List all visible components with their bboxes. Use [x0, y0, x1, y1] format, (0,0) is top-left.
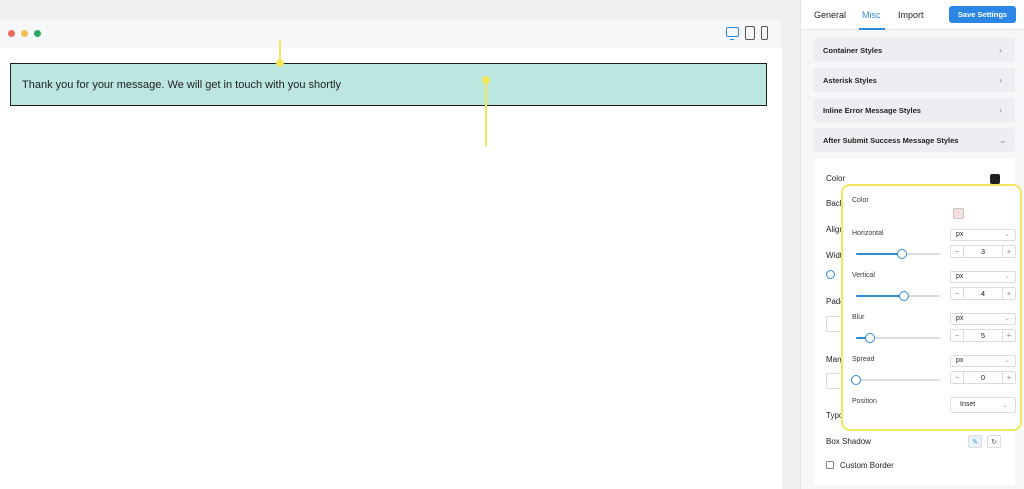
maximize-dot-icon: [34, 30, 41, 37]
chevron-down-icon: ⌄: [1004, 315, 1010, 322]
shadow-color-label: Color: [852, 197, 869, 204]
spread-unit-select[interactable]: px ⌄: [950, 355, 1016, 367]
vertical-slider[interactable]: [856, 291, 940, 301]
slider-thumb[interactable]: [898, 291, 909, 301]
section-inline-error-styles[interactable]: Inline Error Message Styles ›: [814, 98, 1015, 122]
chevron-down-icon: ⌄: [1004, 231, 1010, 238]
width-slider-thumb[interactable]: [826, 270, 835, 279]
section-container-styles[interactable]: Container Styles ›: [814, 38, 1015, 62]
annotation-dot-bottom: [482, 76, 490, 84]
plus-icon[interactable]: +: [1002, 288, 1015, 299]
tab-misc[interactable]: Misc: [862, 10, 881, 20]
chevron-right-icon: ›: [999, 45, 1002, 55]
blur-label: Blur: [852, 314, 865, 321]
stepper-value[interactable]: 5: [965, 330, 1001, 341]
slider-fill: [856, 295, 904, 297]
edit-icon[interactable]: ✎: [968, 435, 982, 448]
annotation-line-bottom: [485, 80, 487, 146]
stepper-value[interactable]: 0: [965, 372, 1001, 383]
chevron-down-icon: ⌄: [1004, 273, 1010, 280]
color-label: Color: [826, 174, 846, 183]
chevron-down-icon: ⌄: [999, 135, 1007, 145]
unit-value: px: [956, 315, 964, 322]
slider-thumb[interactable]: [851, 375, 861, 385]
plus-icon[interactable]: +: [1002, 372, 1015, 383]
section-label: Container Styles: [823, 45, 883, 55]
box-shadow-label: Box Shadow: [826, 437, 871, 446]
settings-tabs: General Misc Import Save Settings: [801, 0, 1024, 30]
position-label: Position: [852, 398, 877, 405]
slider-thumb[interactable]: [897, 249, 908, 259]
section-label: Asterisk Styles: [823, 75, 877, 85]
spread-slider[interactable]: [851, 375, 940, 385]
minus-icon[interactable]: −: [951, 246, 964, 257]
custom-border-label: Custom Border: [840, 461, 894, 470]
chevron-right-icon: ›: [999, 75, 1002, 85]
success-message: Thank you for your message. We will get …: [10, 63, 767, 106]
horizontal-label: Horizontal: [852, 230, 884, 237]
success-message-text: Thank you for your message. We will get …: [22, 78, 341, 91]
annotation-dot-top: [276, 59, 284, 67]
slider-thumb[interactable]: [865, 333, 876, 343]
minus-icon[interactable]: −: [951, 372, 964, 383]
stepper-value[interactable]: 3: [965, 246, 1001, 257]
desktop-icon[interactable]: [726, 27, 739, 40]
color-swatch[interactable]: [990, 174, 1000, 184]
chevron-down-icon: ⌄: [1002, 402, 1008, 409]
section-label: After Submit Success Message Styles: [823, 135, 959, 145]
chevron-down-icon: ⌄: [1004, 357, 1010, 364]
custom-border-checkbox[interactable]: [826, 461, 834, 469]
box-shadow-popup: Color Horizontal px ⌄ − 3 + Vertical px …: [841, 184, 1022, 431]
tab-import[interactable]: Import: [898, 10, 924, 20]
minus-icon[interactable]: −: [951, 288, 964, 299]
section-asterisk-styles[interactable]: Asterisk Styles ›: [814, 68, 1015, 92]
device-switcher: [726, 26, 768, 40]
vertical-unit-select[interactable]: px ⌄: [950, 271, 1016, 283]
plus-icon[interactable]: +: [1002, 246, 1015, 257]
save-settings-button[interactable]: Save Settings: [949, 6, 1016, 23]
shadow-color-swatch[interactable]: [953, 208, 964, 219]
width-label: Widt: [826, 251, 842, 260]
mobile-icon[interactable]: [761, 26, 768, 40]
chevron-right-icon: ›: [999, 105, 1002, 115]
minus-icon[interactable]: −: [951, 330, 964, 341]
horizontal-slider[interactable]: [856, 249, 940, 259]
stepper-value[interactable]: 4: [965, 288, 1001, 299]
unit-value: px: [956, 231, 964, 238]
browser-bar: [0, 20, 782, 48]
preview-frame: Thank you for your message. We will get …: [0, 20, 782, 489]
horizontal-stepper: − 3 +: [950, 245, 1016, 258]
minimize-dot-icon: [21, 30, 28, 37]
section-success-message-styles[interactable]: After Submit Success Message Styles ⌄: [814, 128, 1015, 152]
blur-slider[interactable]: [856, 333, 940, 343]
unit-value: px: [956, 273, 964, 280]
section-label: Inline Error Message Styles: [823, 105, 921, 115]
blur-stepper: − 5 +: [950, 329, 1016, 342]
tab-general[interactable]: General: [814, 10, 846, 20]
tablet-icon[interactable]: [745, 26, 755, 40]
preview-area: Thank you for your message. We will get …: [0, 0, 782, 489]
spread-stepper: − 0 +: [950, 371, 1016, 384]
blur-unit-select[interactable]: px ⌄: [950, 313, 1016, 325]
horizontal-unit-select[interactable]: px ⌄: [950, 229, 1016, 241]
position-select[interactable]: Inset ⌄: [950, 397, 1016, 413]
spread-label: Spread: [852, 356, 875, 363]
close-dot-icon: [8, 30, 15, 37]
position-value: Inset: [960, 401, 976, 408]
plus-icon[interactable]: +: [1002, 330, 1015, 341]
reset-icon[interactable]: ↻: [987, 435, 1001, 448]
slider-fill: [856, 253, 903, 255]
active-tab-indicator: [859, 28, 885, 30]
vertical-stepper: − 4 +: [950, 287, 1016, 300]
vertical-label: Vertical: [852, 272, 875, 279]
unit-value: px: [956, 357, 964, 364]
